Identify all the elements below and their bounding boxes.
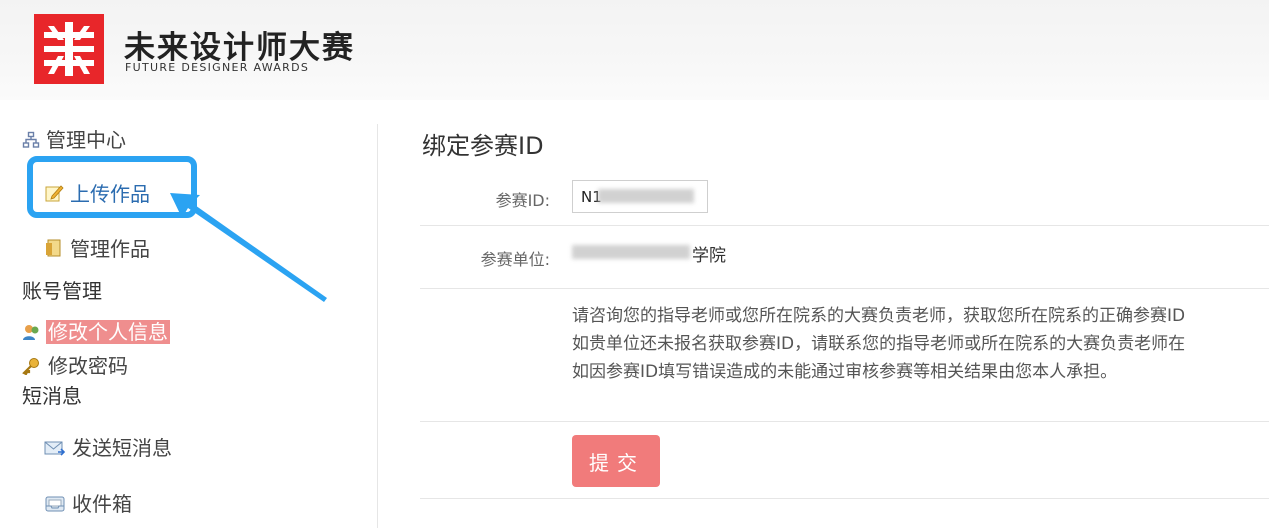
instructions-text: 请咨询您的指导老师或您所在院系的大赛负责老师，获取您所在院系的正确参赛ID 如贵…: [572, 302, 1185, 386]
sidebar-manage-center[interactable]: 管理中心: [22, 124, 126, 154]
divider: [420, 498, 1269, 499]
sidebar-section-account: 账号管理: [22, 279, 102, 303]
sidebar-item-send-message[interactable]: 发送短消息: [44, 432, 172, 462]
instruction-line: 请咨询您的指导老师或您所在院系的大赛负责老师，获取您所在院系的正确参赛ID: [572, 306, 1186, 326]
logo-icon: [34, 14, 104, 84]
logo[interactable]: [34, 14, 104, 84]
key-icon: [22, 356, 40, 380]
sidebar-item-label: 发送短消息: [72, 436, 172, 460]
sitemap-icon: [22, 130, 40, 154]
redacted-mask: [598, 189, 694, 203]
redacted-mask: [572, 245, 690, 259]
page-title: 绑定参赛ID: [422, 132, 544, 160]
divider: [420, 421, 1269, 422]
sidebar-section-messages: 短消息: [22, 384, 82, 408]
sidebar-item-label: 修改密码: [48, 354, 128, 378]
header: 未来设计师大赛 FUTURE DESIGNER AWARDS: [0, 0, 1269, 100]
mail-send-icon: [44, 438, 66, 462]
divider: [420, 288, 1269, 289]
submit-button[interactable]: 提交: [572, 435, 660, 487]
contest-unit-value: 学院: [692, 246, 726, 266]
sidebar-item-edit-profile[interactable]: 修改个人信息: [22, 316, 170, 346]
sidebar-item-label: 收件箱: [72, 492, 132, 516]
sidebar-item-inbox[interactable]: 收件箱: [44, 488, 132, 518]
sidebar-item-label: 管理作品: [70, 237, 150, 261]
sidebar-item-label: 管理中心: [46, 128, 126, 152]
divider: [420, 225, 1269, 226]
sidebar-item-manage-works[interactable]: 管理作品: [44, 233, 150, 263]
sidebar-divider: [377, 124, 378, 528]
instruction-line: 如贵单位还未报名获取参赛ID，请联系您的指导老师或所在院系的大赛负责老师在: [572, 334, 1186, 354]
document-icon: [44, 238, 64, 263]
users-icon: [22, 322, 42, 346]
sidebar-item-change-password[interactable]: 修改密码: [22, 350, 128, 380]
instruction-line: 如因参赛ID填写错误造成的未能通过审核参赛等相关结果由您本人承担。: [572, 362, 1118, 382]
contest-unit-label: 参赛单位:: [480, 250, 550, 269]
site-subtitle: FUTURE DESIGNER AWARDS: [125, 61, 310, 74]
contest-id-label: 参赛ID:: [495, 191, 550, 210]
sidebar-item-label: 修改个人信息: [46, 320, 170, 344]
pointer-arrow-icon: [170, 193, 327, 302]
inbox-icon: [44, 494, 66, 518]
